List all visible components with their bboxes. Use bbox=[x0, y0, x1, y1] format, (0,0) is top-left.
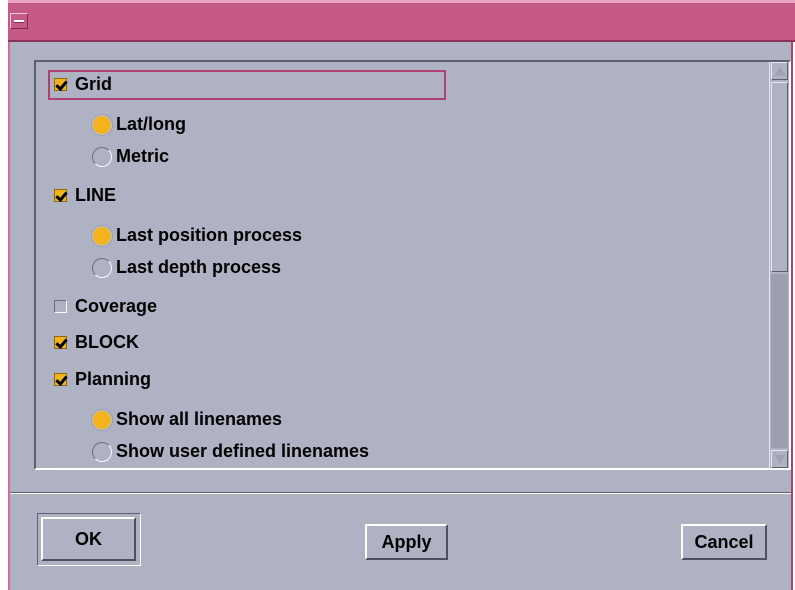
block-checkbox-row[interactable]: BLOCK bbox=[54, 332, 139, 353]
scroll-down-button[interactable] bbox=[771, 450, 788, 468]
show-user-radio[interactable] bbox=[92, 441, 112, 462]
show-all-radio[interactable] bbox=[92, 409, 112, 430]
minus-icon bbox=[14, 20, 24, 23]
radio-last-depth-row[interactable]: Last depth process bbox=[92, 257, 281, 278]
show-all-label: Show all linenames bbox=[116, 409, 283, 429]
show-user-label: Show user defined linenames bbox=[116, 441, 370, 461]
title-bar[interactable] bbox=[8, 0, 795, 42]
radio-show-user-row[interactable]: Show user defined linenames bbox=[92, 441, 369, 462]
scroll-thumb[interactable] bbox=[771, 82, 788, 272]
ok-button[interactable]: OK bbox=[41, 517, 136, 561]
line-checkbox-row[interactable]: LINE bbox=[54, 185, 116, 206]
vertical-scrollbar[interactable] bbox=[769, 62, 789, 468]
planning-checkbox-row[interactable]: Planning bbox=[54, 369, 151, 390]
button-separator bbox=[10, 492, 791, 494]
last-position-radio[interactable] bbox=[92, 225, 112, 246]
options-list: Grid Lat/long Metric LINE Last position … bbox=[36, 62, 767, 468]
planning-checkbox[interactable] bbox=[54, 373, 67, 386]
last-position-label: Last position process bbox=[116, 225, 303, 245]
line-label: LINE bbox=[75, 185, 117, 205]
coverage-checkbox[interactable] bbox=[54, 300, 67, 313]
latlong-radio[interactable] bbox=[92, 114, 112, 135]
radio-metric-row[interactable]: Metric bbox=[92, 146, 169, 167]
grid-checkbox[interactable] bbox=[54, 78, 67, 91]
latlong-label: Lat/long bbox=[116, 114, 186, 134]
dialog-window: Grid Lat/long Metric LINE Last position … bbox=[8, 0, 795, 590]
radio-latlong-row[interactable]: Lat/long bbox=[92, 114, 186, 135]
grid-label: Grid bbox=[75, 74, 113, 94]
up-arrow-icon bbox=[774, 67, 786, 76]
last-depth-label: Last depth process bbox=[116, 257, 282, 277]
radio-show-all-row[interactable]: Show all linenames bbox=[92, 409, 282, 430]
block-checkbox[interactable] bbox=[54, 336, 67, 349]
apply-button[interactable]: Apply bbox=[365, 524, 448, 560]
coverage-checkbox-row[interactable]: Coverage bbox=[54, 296, 157, 317]
coverage-label: Coverage bbox=[75, 296, 158, 316]
cancel-button[interactable]: Cancel bbox=[681, 524, 767, 560]
options-scroll-pane: Grid Lat/long Metric LINE Last position … bbox=[34, 60, 791, 470]
last-depth-radio[interactable] bbox=[92, 257, 112, 278]
scroll-track[interactable] bbox=[771, 274, 788, 448]
down-arrow-icon bbox=[774, 455, 786, 464]
metric-radio[interactable] bbox=[92, 146, 112, 167]
window-menu-button[interactable] bbox=[10, 13, 28, 29]
scroll-up-button[interactable] bbox=[771, 62, 788, 80]
radio-last-position-row[interactable]: Last position process bbox=[92, 225, 302, 246]
block-label: BLOCK bbox=[75, 332, 139, 352]
planning-label: Planning bbox=[75, 369, 151, 389]
grid-checkbox-row[interactable]: Grid bbox=[54, 74, 112, 95]
line-checkbox[interactable] bbox=[54, 189, 67, 202]
metric-label: Metric bbox=[116, 146, 170, 166]
